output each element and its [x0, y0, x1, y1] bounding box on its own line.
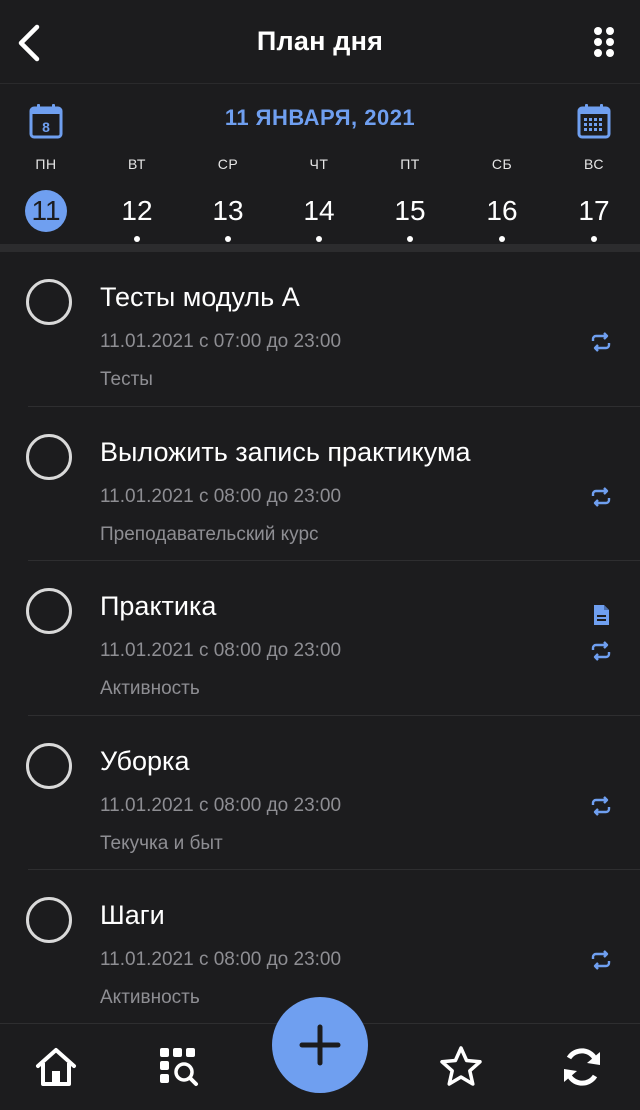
- day-dot: [225, 236, 231, 242]
- section-divider: [0, 244, 640, 252]
- repeat-icon: [591, 795, 611, 816]
- day-4[interactable]: ПТ 15: [380, 154, 440, 244]
- task-title: Выложить запись практикума: [100, 436, 471, 467]
- note-icon: [594, 605, 609, 625]
- day-number: 13: [212, 195, 244, 226]
- task-category: Преподавательский курс: [100, 523, 319, 545]
- day-abbr: ВТ: [128, 156, 146, 172]
- task-category: Активность: [100, 678, 200, 699]
- task-checkbox[interactable]: [26, 588, 72, 634]
- task-item[interactable]: Практика 11.01.2021 с 08:00 до 23:00 Акт…: [0, 561, 640, 716]
- catalog-search-icon: [160, 1048, 198, 1086]
- day-number: 16: [486, 195, 518, 226]
- day-2[interactable]: СР 13: [198, 154, 258, 244]
- repeat-icon: [591, 641, 611, 661]
- date-panel: 8 11 ЯНВАРЯ, 2021 ПН 11 ВТ 12 СР 13 ЧТ 1…: [0, 84, 640, 244]
- task-title: Уборка: [100, 745, 190, 776]
- day-0[interactable]: ПН 11: [16, 154, 76, 244]
- day-dot: [43, 236, 49, 242]
- task-time: 11.01.2021 с 08:00 до 23:00: [100, 485, 342, 507]
- current-date[interactable]: 11 ЯНВАРЯ, 2021: [0, 105, 640, 131]
- task-checkbox[interactable]: [26, 433, 72, 480]
- nav-sync-button[interactable]: [557, 1042, 607, 1092]
- day-dot: [134, 236, 140, 242]
- day-abbr: СБ: [491, 156, 513, 172]
- menu-button[interactable]: [584, 22, 624, 62]
- day-dot: [316, 236, 322, 242]
- task-title: Шаги: [100, 900, 165, 930]
- day-6[interactable]: ВС 17: [564, 154, 624, 244]
- task-title: Практика: [100, 591, 217, 621]
- day-1[interactable]: ВТ 12: [107, 154, 167, 244]
- chevron-left-icon: [18, 24, 40, 62]
- day-number: 11: [25, 190, 67, 232]
- day-3[interactable]: ЧТ 14: [289, 154, 349, 244]
- add-icon: [299, 1024, 341, 1066]
- task-list: Тесты модуль А 11.01.2021 с 07:00 до 23:…: [0, 252, 640, 1025]
- sync-icon: [564, 1048, 600, 1086]
- task-category: Активность: [100, 987, 200, 1008]
- task-time: 11.01.2021 с 08:00 до 23:00: [100, 640, 342, 661]
- task-time: 11.01.2021 с 08:00 до 23:00: [100, 794, 342, 816]
- app-root: План дня 8 11 ЯНВАРЯ, 2021 ПН 11 ВТ 12 С…: [0, 0, 640, 1110]
- day-dot: [591, 236, 597, 242]
- page-title: План дня: [256, 26, 384, 56]
- day-abbr: ПТ: [400, 156, 420, 172]
- task-item[interactable]: Уборка 11.01.2021 с 08:00 до 23:00 Текуч…: [0, 716, 640, 871]
- add-task-button[interactable]: [272, 997, 368, 1093]
- task-category: Тесты: [100, 369, 153, 390]
- task-checkbox[interactable]: [26, 897, 72, 943]
- calendar-grid-icon: [577, 104, 611, 139]
- day-5[interactable]: СБ 16: [472, 154, 532, 244]
- day-abbr: ЧТ: [309, 156, 329, 172]
- task-title: Тесты модуль А: [100, 282, 300, 312]
- star-icon: [440, 1046, 482, 1086]
- day-abbr: СР: [217, 156, 239, 172]
- task-checkbox[interactable]: [26, 742, 72, 789]
- day-number: 15: [394, 195, 426, 226]
- day-dot: [499, 236, 505, 242]
- task-category: Текучка и быт: [100, 832, 223, 854]
- day-abbr: ПН: [35, 156, 57, 172]
- day-abbr: ВС: [584, 156, 604, 172]
- day-number: 12: [121, 195, 153, 226]
- header: План дня: [0, 0, 640, 84]
- repeat-icon: [591, 950, 611, 970]
- day-dot: [407, 236, 413, 242]
- task-item[interactable]: Тесты модуль А 11.01.2021 с 07:00 до 23:…: [0, 252, 640, 407]
- day-number: 14: [303, 195, 335, 226]
- nav-catalog-search-button[interactable]: [153, 1042, 203, 1092]
- task-item[interactable]: Выложить запись практикума 11.01.2021 с …: [0, 407, 640, 562]
- task-time: 11.01.2021 с 08:00 до 23:00: [100, 949, 342, 970]
- date-row: 8 11 ЯНВАРЯ, 2021: [0, 84, 640, 154]
- calendar-button[interactable]: [574, 101, 614, 141]
- repeat-icon: [591, 332, 611, 352]
- back-button[interactable]: [8, 18, 48, 68]
- task-checkbox[interactable]: [26, 279, 72, 325]
- nav-home-button[interactable]: [31, 1042, 81, 1092]
- repeat-icon: [591, 486, 611, 507]
- dots-grid-icon: [594, 27, 614, 57]
- week-strip: ПН 11 ВТ 12 СР 13 ЧТ 14 ПТ 15 СБ 16 ВС 1…: [0, 154, 640, 244]
- nav-favorites-button[interactable]: [436, 1042, 486, 1092]
- task-time: 11.01.2021 с 07:00 до 23:00: [100, 331, 342, 352]
- home-icon: [36, 1048, 76, 1086]
- day-number: 17: [578, 195, 610, 226]
